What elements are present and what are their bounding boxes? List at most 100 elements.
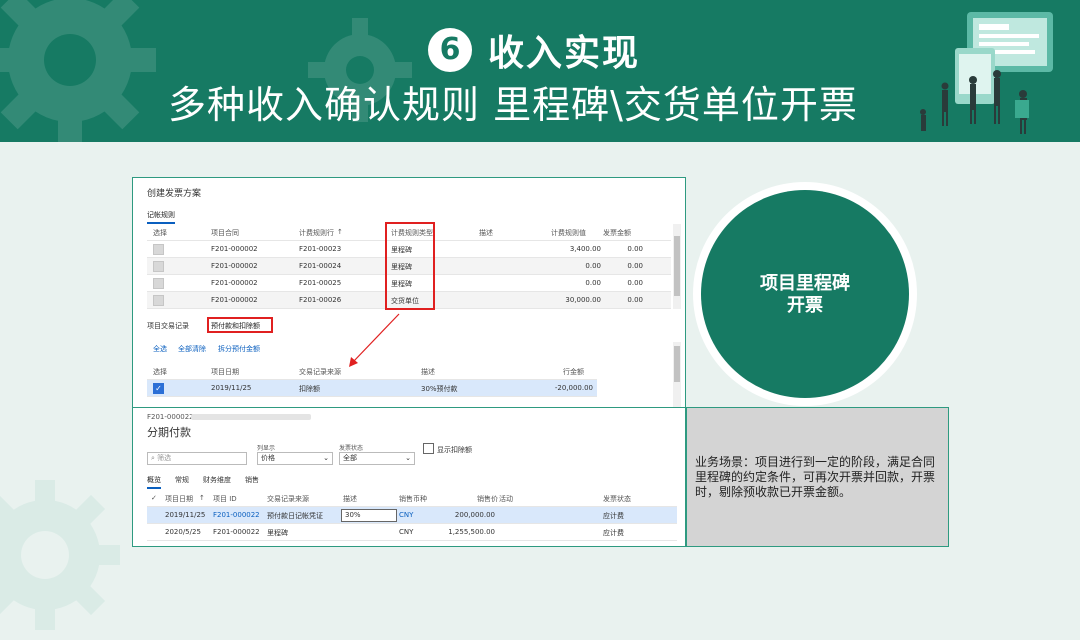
chevron-down-icon: ⌄ bbox=[323, 454, 329, 462]
gear-decoration-icon bbox=[0, 0, 156, 142]
cell-project-id-link[interactable]: F201-000022 bbox=[213, 511, 260, 519]
split-advance-link[interactable]: 拆分预付金额 bbox=[218, 344, 260, 354]
cell-description: 30%预付款 bbox=[421, 385, 458, 393]
description-value: 30% bbox=[345, 511, 361, 519]
cell-project-date: 2020/5/25 bbox=[165, 528, 201, 536]
clear-all-link[interactable]: 全部清除 bbox=[178, 344, 206, 354]
gear-decoration-icon bbox=[0, 480, 120, 630]
installments-screenshot: F201-000022 分期付款 ⌕ 筛选 列显示 价格 ⌄ 发票状态 全部 ⌄… bbox=[132, 407, 686, 547]
tab-general[interactable]: 常规 bbox=[175, 475, 189, 485]
cell-contract: F201-000002 bbox=[211, 296, 258, 304]
step-number-badge: 6 bbox=[428, 28, 472, 72]
col-description[interactable]: 描述 bbox=[479, 228, 493, 238]
sort-asc-icon: ↑ bbox=[199, 494, 205, 502]
col-activity[interactable]: 活动 bbox=[499, 494, 513, 504]
tab-billing-rules[interactable]: 记帐规则 bbox=[147, 210, 175, 224]
table-row[interactable]: ✓ 2019/11/25 扣除额 30%预付款 -20,000.00 bbox=[147, 380, 597, 397]
cell-sales-price: 200,000.00 bbox=[454, 511, 495, 519]
cell-currency: CNY bbox=[399, 528, 414, 536]
billing-proposal-title: 创建发票方案 bbox=[147, 189, 202, 199]
transactions-label: 项目交易记录 bbox=[147, 322, 189, 330]
milestone-circle: 项目里程碑 开票 bbox=[701, 190, 909, 398]
cell-rule-value: 0.00 bbox=[585, 262, 601, 270]
scenario-description-box: 业务场景：项目进行到一定的阶段，满足合同里程碑的约定条件，可再次开票并回款，开票… bbox=[686, 407, 949, 547]
row-checkbox[interactable] bbox=[153, 244, 164, 255]
invoice-status-label: 发票状态 bbox=[339, 445, 364, 452]
col-line-amount[interactable]: 行金额 bbox=[563, 367, 584, 377]
col-sales-price[interactable]: 销售价 bbox=[477, 494, 498, 504]
rule-type-highlight bbox=[385, 222, 435, 310]
col-invoice-status[interactable]: 发票状态 bbox=[603, 494, 631, 504]
sort-asc-icon: ↑ bbox=[337, 228, 343, 236]
col-description[interactable]: 描述 bbox=[421, 367, 435, 377]
cell-source: 里程碑 bbox=[267, 529, 288, 537]
tab-financial-dimensions[interactable]: 财务维度 bbox=[203, 475, 231, 485]
filter-input[interactable]: ⌕ 筛选 bbox=[147, 452, 247, 465]
tab-overview[interactable]: 概览 bbox=[147, 475, 161, 489]
cell-rule-value: 30,000.00 bbox=[565, 296, 601, 304]
cell-invoice-status: 应计费 bbox=[603, 512, 624, 520]
col-currency[interactable]: 销售币种 bbox=[399, 494, 427, 504]
col-select: 选择 bbox=[153, 229, 167, 237]
table-row[interactable]: 2019/11/25 F201-000022 预付款日记帐凭证 30% CNY … bbox=[147, 507, 677, 524]
col-select: 选择 bbox=[153, 368, 167, 376]
select-all-link[interactable]: 全选 bbox=[153, 344, 167, 354]
scrollbar-thumb[interactable] bbox=[674, 346, 680, 382]
advance-tab-highlight bbox=[207, 317, 273, 333]
invoice-status-select[interactable]: 全部 ⌄ bbox=[339, 452, 415, 465]
col-source[interactable]: 交易记录来源 bbox=[267, 494, 309, 504]
col-project-id[interactable]: 项目 ID bbox=[213, 494, 237, 504]
cell-invoice-amount: 0.00 bbox=[627, 279, 643, 287]
cell-line-amount: -20,000.00 bbox=[554, 384, 593, 392]
description-input[interactable]: 30% bbox=[341, 509, 397, 522]
row-checkbox[interactable] bbox=[153, 295, 164, 306]
col-rule-line[interactable]: 计费规则行 bbox=[299, 228, 334, 238]
cell-invoice-amount: 0.00 bbox=[627, 262, 643, 270]
col-invoice-amount[interactable]: 发票金额 bbox=[603, 228, 631, 238]
scenario-description: 业务场景：项目进行到一定的阶段，满足合同里程碑的约定条件，可再次开票并回款，开票… bbox=[695, 455, 936, 499]
redacted-text bbox=[191, 414, 311, 420]
cell-rule-line: F201-00026 bbox=[299, 296, 342, 304]
col-rule-value[interactable]: 计费规则值 bbox=[551, 228, 586, 238]
cell-rule-line: F201-00023 bbox=[299, 245, 342, 253]
cell-currency: CNY bbox=[399, 511, 414, 519]
billing-rules-scrollbar[interactable] bbox=[673, 224, 681, 309]
cell-source: 扣除额 bbox=[299, 385, 320, 393]
col-contract[interactable]: 项目合同 bbox=[211, 228, 239, 238]
cell-contract: F201-000002 bbox=[211, 262, 258, 270]
cell-rule-value: 0.00 bbox=[585, 279, 601, 287]
transactions-header: 选择 项目日期 交易记录来源 描述 行金额 bbox=[147, 363, 597, 380]
col-project-date[interactable]: 项目日期 bbox=[165, 494, 193, 504]
tab-sales[interactable]: 销售 bbox=[245, 475, 259, 485]
checkbox-checked-icon[interactable]: ✓ bbox=[153, 383, 164, 394]
circle-line-2: 开票 bbox=[787, 295, 823, 316]
invoice-status-value: 全部 bbox=[343, 454, 357, 462]
cell-project-id: F201-000022 bbox=[213, 528, 260, 536]
display-value: 价格 bbox=[261, 454, 275, 462]
chevron-down-icon: ⌄ bbox=[405, 454, 411, 462]
installments-title: 分期付款 bbox=[147, 426, 191, 439]
cell-rule-line: F201-00024 bbox=[299, 262, 342, 270]
header-banner: 6 收入实现 多种收入确认规则 里程碑\交货单位开票 bbox=[0, 0, 1080, 142]
row-checkbox[interactable] bbox=[153, 278, 164, 289]
cell-source: 预付款日记帐凭证 bbox=[267, 512, 323, 520]
cell-invoice-amount: 0.00 bbox=[627, 296, 643, 304]
row-checkbox[interactable] bbox=[153, 261, 164, 272]
record-id: F201-000022 bbox=[147, 413, 194, 421]
page-scrollbar[interactable] bbox=[673, 342, 681, 408]
table-row[interactable]: 2020/5/25 F201-000022 里程碑 CNY 1,255,500.… bbox=[147, 524, 677, 541]
show-deductions-checkbox[interactable] bbox=[423, 443, 434, 454]
cell-project-date: 2019/11/25 bbox=[165, 511, 206, 519]
business-people-illustration-icon bbox=[920, 12, 1053, 134]
col-source[interactable]: 交易记录来源 bbox=[299, 367, 341, 377]
display-label: 列显示 bbox=[257, 445, 276, 452]
scrollbar-thumb[interactable] bbox=[674, 236, 680, 296]
billing-proposal-screenshot: 创建发票方案 记帐规则 选择 项目合同 计费规则行 ↑ 计费规则类型 描述 计费… bbox=[132, 177, 686, 409]
select-all-check-icon[interactable]: ✓ bbox=[151, 494, 157, 502]
display-select[interactable]: 价格 ⌄ bbox=[257, 452, 333, 465]
filter-placeholder: 筛选 bbox=[157, 454, 172, 462]
col-project-date[interactable]: 项目日期 bbox=[211, 367, 239, 377]
installments-header: ✓ 项目日期 ↑ 项目 ID 交易记录来源 描述 销售币种 销售价 活动 发票状… bbox=[147, 490, 677, 507]
cell-project-date: 2019/11/25 bbox=[211, 384, 252, 392]
col-description[interactable]: 描述 bbox=[343, 494, 357, 504]
